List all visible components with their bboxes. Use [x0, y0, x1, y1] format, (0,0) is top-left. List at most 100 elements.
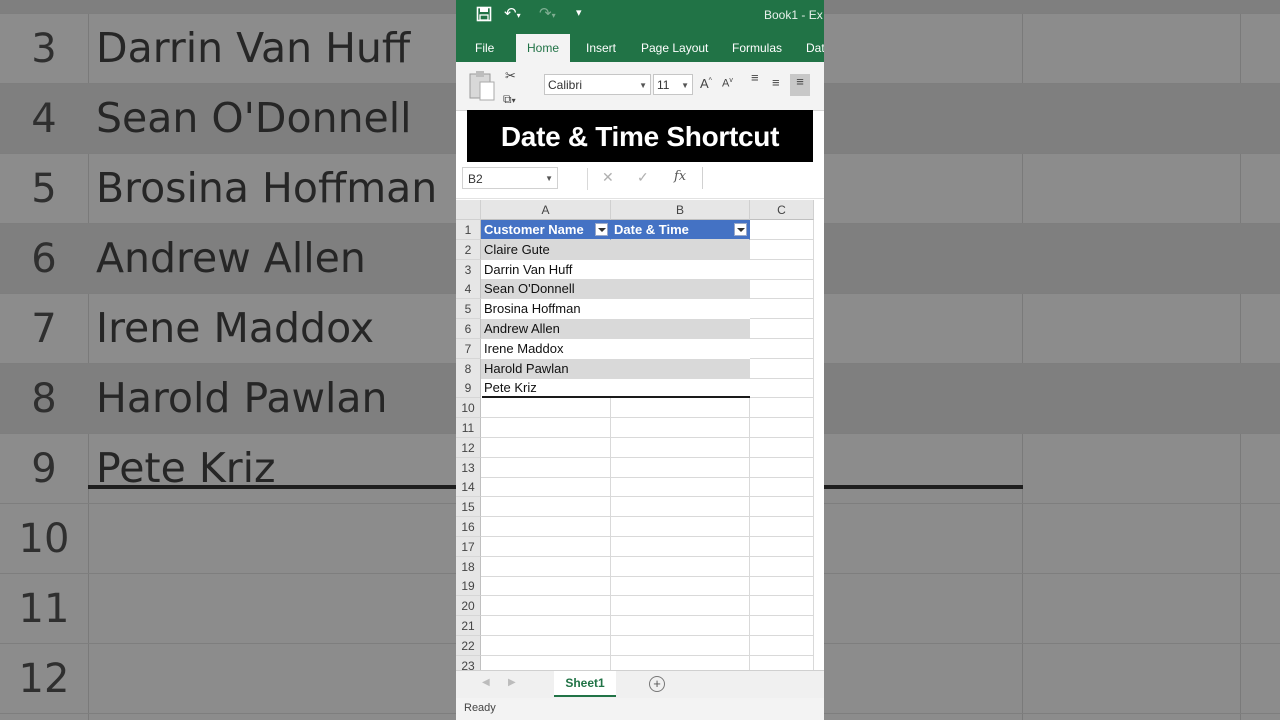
row-header[interactable]: 4	[456, 279, 481, 300]
table-cell[interactable]	[611, 279, 750, 300]
grid-cell[interactable]	[481, 497, 611, 518]
row-header[interactable]: 10	[456, 398, 481, 419]
paste-icon[interactable]	[468, 70, 496, 105]
row-header[interactable]: 22	[456, 635, 481, 656]
grid-cell[interactable]	[750, 378, 814, 399]
row-header[interactable]: 18	[456, 556, 481, 577]
row-header[interactable]: 2	[456, 239, 481, 260]
grid-cell[interactable]	[481, 576, 611, 597]
undo-icon[interactable]: ↶▾	[504, 4, 521, 22]
grid-cell[interactable]	[611, 497, 750, 518]
table-cell[interactable]: Brosina Hoffman	[481, 299, 611, 319]
grid-cell[interactable]	[750, 239, 814, 260]
row-header[interactable]: 17	[456, 536, 481, 557]
row-header[interactable]: 20	[456, 596, 481, 617]
align-top-icon[interactable]: ≡	[751, 70, 759, 85]
tab-formulas[interactable]: Formulas	[732, 41, 782, 55]
name-box[interactable]: B2 ▼	[462, 167, 558, 189]
grid-cell[interactable]	[750, 398, 814, 419]
grid-cell[interactable]	[611, 596, 750, 617]
row-header[interactable]: 11	[456, 418, 481, 438]
tab-page-layout[interactable]: Page Layout	[641, 41, 708, 55]
row-header[interactable]: 6	[456, 319, 481, 339]
grid-cell[interactable]	[750, 457, 814, 478]
row-header[interactable]: 1	[456, 220, 481, 240]
grid-cell[interactable]	[481, 536, 611, 557]
grid-cell[interactable]	[750, 220, 814, 240]
row-header[interactable]: 16	[456, 517, 481, 537]
grid-cell[interactable]	[750, 437, 814, 458]
table-cell[interactable]	[611, 239, 750, 260]
add-sheet-icon[interactable]: +	[649, 676, 665, 692]
enter-icon[interactable]: ✓	[637, 169, 649, 186]
row-header[interactable]: 15	[456, 497, 481, 518]
select-all-corner[interactable]	[456, 200, 481, 220]
table-header-cell[interactable]: Date & Time	[611, 220, 750, 240]
grid-cell[interactable]	[611, 635, 750, 656]
grid-cell[interactable]	[611, 576, 750, 597]
row-header[interactable]: 21	[456, 616, 481, 636]
grid-cell[interactable]	[611, 536, 750, 557]
grid-cell[interactable]	[750, 596, 814, 617]
row-header[interactable]: 9	[456, 378, 481, 399]
grid-cell[interactable]	[481, 398, 611, 419]
grid-cell[interactable]	[750, 319, 814, 339]
filter-dropdown-icon[interactable]	[595, 223, 608, 236]
sheet-tab-sheet1[interactable]: Sheet1	[554, 671, 616, 697]
table-header-cell[interactable]: Customer Name	[481, 220, 611, 240]
grid-cell[interactable]	[750, 556, 814, 577]
save-icon[interactable]	[476, 6, 492, 26]
grid-cell[interactable]	[611, 616, 750, 636]
row-header[interactable]: 5	[456, 299, 481, 320]
row-header[interactable]: 14	[456, 477, 481, 498]
grid-cell[interactable]	[750, 338, 814, 359]
cancel-icon[interactable]: ✕	[602, 169, 614, 186]
grid-cell[interactable]	[750, 576, 814, 597]
row-header[interactable]: 19	[456, 576, 481, 597]
formula-input[interactable]	[702, 167, 824, 189]
table-cell[interactable]: Andrew Allen	[481, 319, 611, 339]
next-sheet-icon[interactable]: ▶	[508, 677, 516, 688]
grid-cell[interactable]	[750, 517, 814, 537]
grid-cell[interactable]	[750, 536, 814, 557]
grid-cell[interactable]	[750, 299, 814, 320]
insert-function-button[interactable]: fx	[674, 169, 686, 184]
grid-cell[interactable]	[481, 596, 611, 617]
grid-cell[interactable]	[611, 418, 750, 438]
grid-cell[interactable]	[750, 635, 814, 656]
table-cell[interactable]	[611, 260, 750, 280]
table-cell[interactable]: Claire Gute	[481, 239, 611, 260]
font-size-dropdown[interactable]: 11 ▼	[653, 74, 693, 95]
grid-cell[interactable]	[750, 279, 814, 300]
worksheet-grid[interactable]: A B C 1 Customer Name Date & Time 2 Claire Gute…	[456, 200, 824, 676]
column-header-b[interactable]: B	[611, 200, 750, 220]
align-bottom-icon[interactable]: ≡	[790, 74, 810, 96]
table-cell[interactable]	[611, 319, 750, 339]
grid-cell[interactable]	[750, 418, 814, 438]
grid-cell[interactable]	[481, 477, 611, 498]
font-name-dropdown[interactable]: Calibri ▼	[544, 74, 651, 95]
grid-cell[interactable]	[611, 556, 750, 577]
decrease-font-icon[interactable]: Av	[722, 77, 733, 90]
grid-cell[interactable]	[481, 418, 611, 438]
grid-cell[interactable]	[611, 517, 750, 537]
grid-cell[interactable]	[481, 635, 611, 656]
row-header[interactable]: 12	[456, 437, 481, 458]
row-header[interactable]: 8	[456, 358, 481, 379]
table-cell[interactable]: Irene Maddox	[481, 339, 611, 359]
row-header[interactable]: 13	[456, 457, 481, 478]
row-header[interactable]: 3	[456, 259, 481, 280]
grid-cell[interactable]	[611, 398, 750, 419]
grid-cell[interactable]	[481, 517, 611, 537]
prev-sheet-icon[interactable]: ◀	[482, 677, 490, 688]
table-cell[interactable]	[611, 299, 750, 319]
filter-dropdown-icon[interactable]	[734, 223, 747, 236]
table-cell[interactable]: Darrin Van Huff	[481, 260, 611, 280]
tab-insert[interactable]: Insert	[586, 41, 616, 55]
tab-data[interactable]: Dat	[806, 41, 824, 55]
table-cell[interactable]: Harold Pawlan	[481, 358, 611, 379]
redo-icon[interactable]: ↷▾	[539, 4, 556, 22]
column-header-a[interactable]: A	[481, 200, 611, 220]
grid-cell[interactable]	[611, 477, 750, 498]
copy-icon[interactable]: ⧉▾	[503, 92, 516, 107]
